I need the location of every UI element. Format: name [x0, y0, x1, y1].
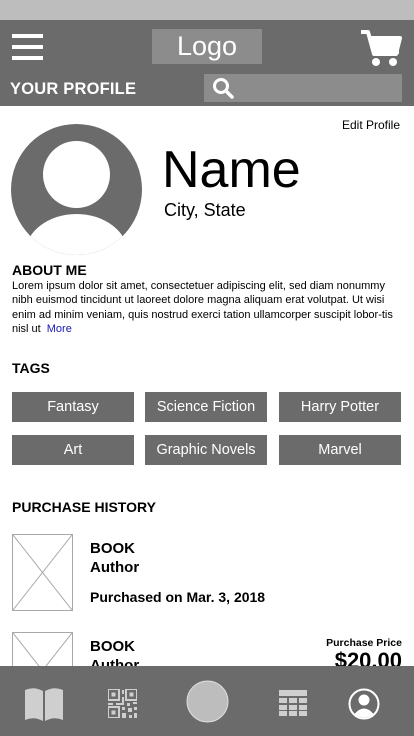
tag-art[interactable]: Art — [12, 435, 134, 465]
qr-code-icon[interactable] — [107, 688, 138, 723]
purchase-history-heading: PURCHASE HISTORY — [12, 499, 156, 515]
book-title[interactable]: BOOK — [90, 540, 135, 557]
tag-marvel[interactable]: Marvel — [279, 435, 401, 465]
book-icon[interactable] — [24, 686, 64, 727]
search-icon[interactable] — [212, 77, 234, 104]
tag-science-fiction[interactable]: Science Fiction — [145, 392, 267, 422]
tags-heading: TAGS — [12, 360, 50, 376]
avatar — [11, 124, 142, 255]
tag-graphic-novels[interactable]: Graphic Novels — [145, 435, 267, 465]
purchase-date: Purchased on Mar. 3, 2018 — [90, 589, 266, 605]
avatar-shoulders — [25, 214, 128, 255]
home-circle-icon[interactable] — [186, 680, 229, 728]
profile-name: Name — [162, 141, 301, 199]
tag-harry-potter[interactable]: Harry Potter — [279, 392, 401, 422]
more-link[interactable]: More — [47, 323, 72, 335]
tag-fantasy[interactable]: Fantasy — [12, 392, 134, 422]
bottom-tab-bar — [0, 666, 414, 736]
book-author: Author — [90, 559, 140, 576]
about-me-heading: ABOUT ME — [12, 262, 87, 278]
edit-profile-link[interactable]: Edit Profile — [342, 118, 400, 132]
shopping-cart-icon[interactable] — [360, 28, 402, 68]
search-bar[interactable] — [204, 74, 402, 102]
profile-location: City, State — [164, 200, 246, 220]
page-title: YOUR PROFILE — [10, 80, 137, 98]
book-title[interactable]: BOOK — [90, 638, 135, 655]
profile-icon[interactable] — [348, 688, 380, 725]
about-me-text: Lorem ipsum dolor sit amet, consectetuer… — [12, 279, 404, 337]
hamburger-menu-icon[interactable] — [12, 33, 44, 63]
book-cover-placeholder[interactable] — [12, 534, 73, 611]
avatar-head — [43, 141, 110, 208]
search-input[interactable] — [238, 76, 396, 100]
status-bar — [0, 0, 414, 20]
logo: Logo — [152, 29, 262, 64]
grid-icon[interactable] — [279, 690, 307, 721]
header: Logo YOUR PROFILE — [0, 20, 414, 106]
